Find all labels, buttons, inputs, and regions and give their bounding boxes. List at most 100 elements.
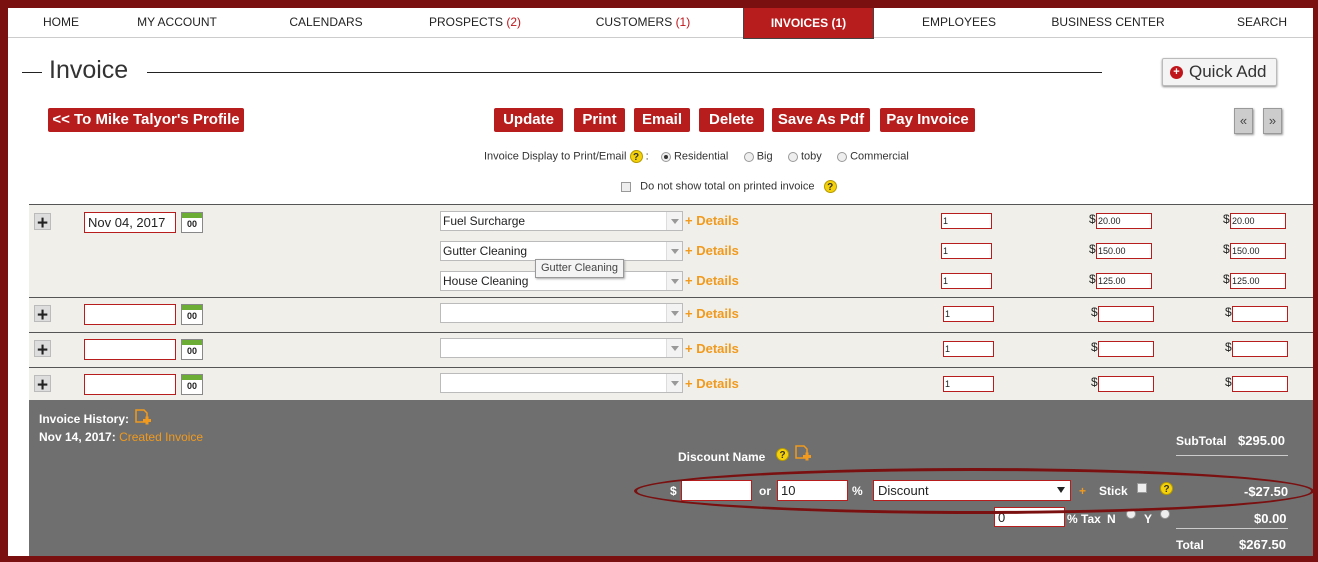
tax-value: $0.00 [1254,511,1287,526]
prospects-count: (2) [506,15,522,29]
customers-count: (1) [675,15,691,29]
line-total-input[interactable] [1232,341,1288,357]
history-entry: Nov 14, 2017: Created Invoice [39,430,204,444]
date-input[interactable]: Nov 04, 2017 [84,212,176,233]
price-input[interactable] [1098,306,1154,322]
help-icon[interactable]: ? [823,180,837,193]
details-link[interactable]: + Details [685,213,739,228]
chevron-down-icon [666,242,682,260]
radio-big[interactable] [743,151,754,162]
qty-input[interactable]: 1 [941,243,992,259]
price-input[interactable]: 150.00 [1096,243,1152,259]
chevron-down-icon [666,374,682,392]
next-invoice-button[interactable]: » [1263,108,1282,134]
history-event-link[interactable]: Created Invoice [119,430,203,444]
line-total-input[interactable] [1232,376,1288,392]
option-commercial: Commercial [850,150,909,163]
qty-input[interactable]: 1 [941,273,992,289]
email-button[interactable]: Email [634,108,690,132]
pay-invoice-button[interactable]: Pay Invoice [880,108,975,132]
nav-business-center[interactable]: BUSINESS CENTER [1051,15,1164,29]
totals-divider [1176,455,1288,456]
details-link[interactable]: + Details [685,243,739,258]
expand-row-button[interactable]: + [34,375,51,395]
top-nav: HOME MY ACCOUNT CALENDARS PROSPECTS (2) … [8,8,1313,39]
details-link[interactable]: + Details [685,341,739,356]
calendar-icon[interactable]: 00 [181,212,203,233]
nav-customers[interactable]: CUSTOMERS (1) [596,15,690,29]
nav-prospects[interactable]: PROSPECTS (2) [429,15,521,29]
qty-input[interactable]: 1 [943,306,994,322]
help-icon[interactable]: ? [629,150,643,163]
totals-divider [1176,528,1288,529]
chevron-down-icon [666,272,682,290]
title-rule-right [147,72,1102,73]
date-input[interactable] [84,339,176,360]
line-total-input[interactable] [1232,306,1288,322]
expand-row-button[interactable]: + [34,305,51,325]
service-select[interactable]: Fuel Surcharge [440,211,683,231]
service-tooltip: Gutter Cleaning [535,259,625,278]
price-input[interactable] [1098,376,1154,392]
calendar-icon[interactable]: 00 [181,374,203,395]
date-input[interactable] [84,304,176,325]
expand-row-button[interactable]: + [34,340,51,360]
option-toby: toby [800,150,822,163]
tax-label: % Tax [1067,512,1101,526]
history-label: Invoice History: [39,412,130,426]
radio-toby[interactable] [787,151,798,162]
nav-invoices[interactable]: INVOICES (1) [743,8,874,39]
add-discount-icon[interactable] [794,445,812,463]
nav-my-account[interactable]: MY ACCOUNT [137,15,217,29]
details-link[interactable]: + Details [685,306,739,321]
nav-home[interactable]: HOME [43,15,79,29]
price-input[interactable]: 125.00 [1096,273,1152,289]
tax-y-radio[interactable] [1160,509,1170,519]
service-select[interactable] [440,373,683,393]
delete-button[interactable]: Delete [699,108,764,132]
discount-highlight-annotation [634,468,1313,514]
subtotal-label: SubTotal [1176,434,1227,448]
prev-invoice-button[interactable]: « [1234,108,1253,134]
price-input[interactable] [1098,341,1154,357]
no-total-checkbox[interactable] [621,181,631,192]
line-total-input[interactable]: 20.00 [1230,213,1286,229]
update-button[interactable]: Update [494,108,563,132]
quick-add-label: Quick Add [1189,62,1267,81]
service-select[interactable]: Gutter Cleaning [440,241,683,261]
total-value: $267.50 [1239,537,1286,552]
expand-row-button[interactable]: + [34,213,51,233]
details-link[interactable]: + Details [685,273,739,288]
help-icon[interactable]: ? [776,448,789,461]
date-input[interactable] [84,374,176,395]
calendar-icon[interactable]: 00 [181,339,203,360]
radio-residential[interactable] [660,151,671,162]
qty-input[interactable]: 1 [943,341,994,357]
add-history-icon[interactable] [134,409,152,427]
details-link[interactable]: + Details [685,376,739,391]
chevron-down-icon [666,339,682,357]
no-total-label: Do not show total on printed invoice [640,180,815,193]
quick-add-button[interactable]: + Quick Add [1162,58,1277,86]
no-total-option: Do not show total on printed invoice ? [621,180,837,193]
nav-search[interactable]: SEARCH [1237,15,1287,29]
price-input[interactable]: 20.00 [1096,213,1152,229]
radio-commercial[interactable] [837,151,848,162]
service-select[interactable] [440,338,683,358]
qty-input[interactable]: 1 [943,376,994,392]
print-button[interactable]: Print [574,108,625,132]
subtotal-value: $295.00 [1238,433,1285,448]
nav-calendars[interactable]: CALENDARS [289,15,362,29]
calendar-icon[interactable]: 00 [181,304,203,325]
line-total-input[interactable]: 125.00 [1230,273,1286,289]
line-total-input[interactable]: 150.00 [1230,243,1286,259]
nav-employees[interactable]: EMPLOYEES [922,15,996,29]
display-label: Invoice Display to Print/Email [484,150,627,163]
plus-circle-icon: + [1170,65,1183,79]
chevron-down-icon [666,304,682,322]
service-select[interactable] [440,303,683,323]
save-pdf-button[interactable]: Save As Pdf [772,108,870,132]
option-big: Big [756,150,773,163]
profile-link-button[interactable]: << To Mike Talyor's Profile [48,108,244,132]
qty-input[interactable]: 1 [941,213,992,229]
